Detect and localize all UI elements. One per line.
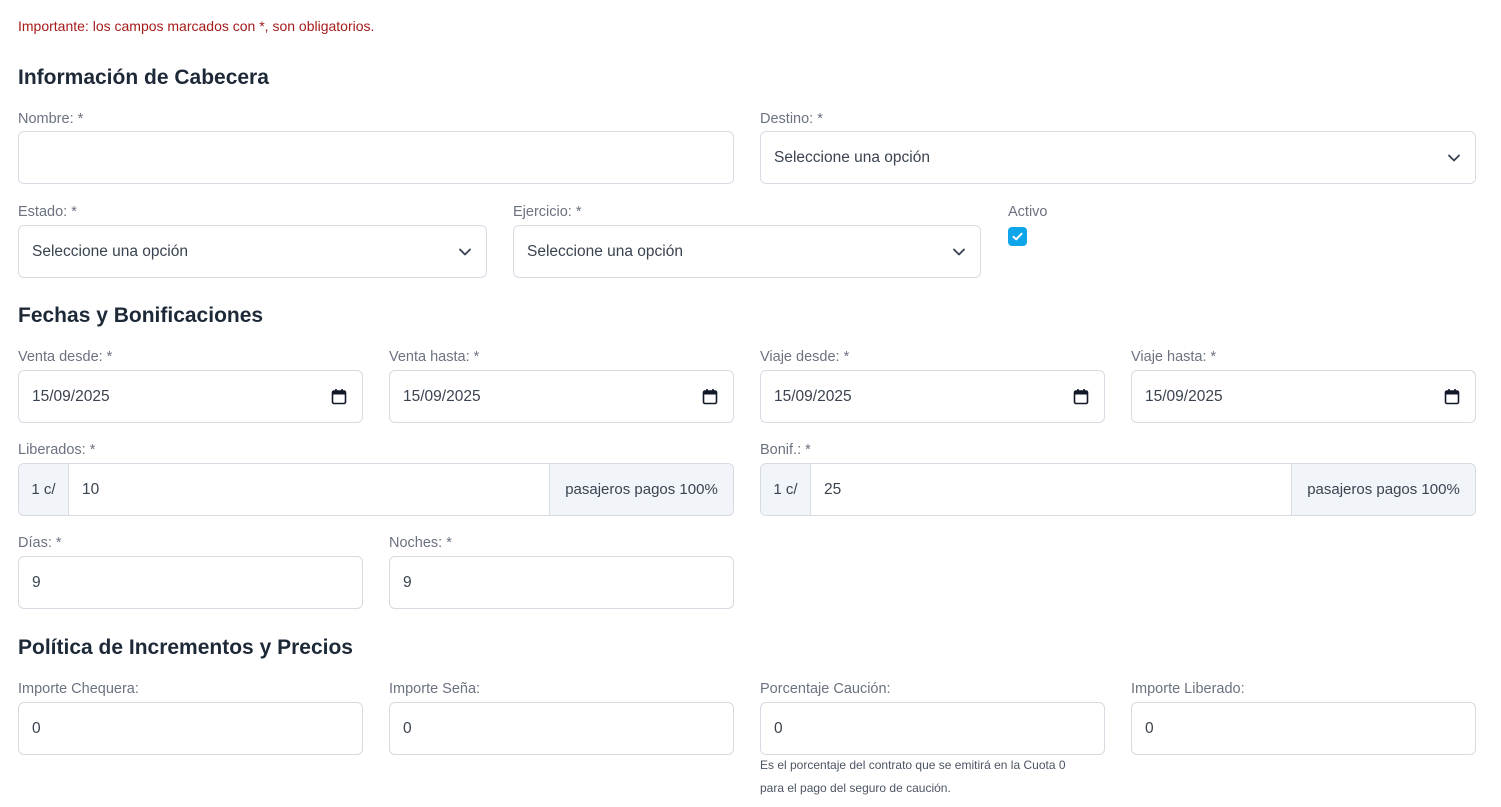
importe-chequera-label: Importe Chequera: bbox=[18, 681, 139, 697]
chevron-down-icon bbox=[953, 248, 965, 256]
estado-select[interactable]: Seleccione una opción bbox=[18, 225, 487, 278]
liberados-prefix: 1 c/ bbox=[19, 464, 69, 515]
bonif-label: Bonif.: * bbox=[760, 442, 811, 458]
porcentaje-caucion-input[interactable]: 0 bbox=[760, 702, 1105, 755]
venta-desde-label: Venta desde: * bbox=[18, 349, 113, 365]
bonif-suffix: pasajeros pagos 100% bbox=[1291, 464, 1475, 515]
destino-value: Seleccione una opción bbox=[774, 149, 930, 166]
viaje-hasta-date-input[interactable]: 15/09/2025 bbox=[1131, 370, 1476, 423]
venta-hasta-value: 15/09/2025 bbox=[403, 388, 481, 405]
viaje-hasta-label: Viaje hasta: * bbox=[1131, 349, 1217, 365]
porcentaje-caucion-help-line1: Es el porcentaje del contrato que se emi… bbox=[760, 758, 1066, 772]
section-title-cabecera: Información de Cabecera bbox=[18, 66, 269, 89]
importe-liberado-input[interactable]: 0 bbox=[1131, 702, 1476, 755]
section-title-fechas: Fechas y Bonificaciones bbox=[18, 304, 264, 327]
viaje-hasta-value: 15/09/2025 bbox=[1145, 388, 1223, 405]
importe-sena-input[interactable]: 0 bbox=[389, 702, 734, 755]
calendar-icon[interactable] bbox=[702, 388, 718, 405]
venta-desde-value: 15/09/2025 bbox=[32, 388, 110, 405]
liberados-input-group: 1 c/ 10 pasajeros pagos 100% bbox=[18, 463, 734, 516]
calendar-icon[interactable] bbox=[1073, 388, 1089, 405]
nombre-input[interactable] bbox=[18, 131, 734, 184]
dias-label: Días: * bbox=[18, 535, 62, 551]
chevron-down-icon bbox=[1448, 154, 1460, 162]
venta-hasta-label: Venta hasta: * bbox=[389, 349, 480, 365]
liberados-label: Liberados: * bbox=[18, 442, 96, 458]
chevron-down-icon bbox=[459, 248, 471, 256]
ejercicio-select[interactable]: Seleccione una opción bbox=[513, 225, 981, 278]
ejercicio-value: Seleccione una opción bbox=[527, 243, 683, 260]
porcentaje-caucion-help-line2: para el pago del seguro de caución. bbox=[760, 781, 951, 795]
required-fields-notice: Importante: los campos marcados con *, s… bbox=[18, 18, 375, 34]
venta-desde-date-input[interactable]: 15/09/2025 bbox=[18, 370, 363, 423]
importe-chequera-input[interactable]: 0 bbox=[18, 702, 363, 755]
importe-liberado-label: Importe Liberado: bbox=[1131, 681, 1245, 697]
destino-select[interactable]: Seleccione una opción bbox=[760, 131, 1476, 184]
viaje-desde-value: 15/09/2025 bbox=[774, 388, 852, 405]
estado-label: Estado: * bbox=[18, 204, 77, 220]
dias-value: 9 bbox=[32, 574, 41, 591]
section-title-politica: Política de Incrementos y Precios bbox=[18, 636, 353, 659]
ejercicio-label: Ejercicio: * bbox=[513, 204, 582, 220]
noches-label: Noches: * bbox=[389, 535, 452, 551]
viaje-desde-date-input[interactable]: 15/09/2025 bbox=[760, 370, 1105, 423]
nombre-label: Nombre: * bbox=[18, 111, 84, 127]
estado-value: Seleccione una opción bbox=[32, 243, 188, 260]
viaje-desde-label: Viaje desde: * bbox=[760, 349, 850, 365]
venta-hasta-date-input[interactable]: 15/09/2025 bbox=[389, 370, 734, 423]
importe-chequera-value: 0 bbox=[32, 720, 41, 737]
bonif-prefix: 1 c/ bbox=[761, 464, 811, 515]
bonif-input[interactable]: 25 bbox=[824, 464, 841, 515]
importe-sena-value: 0 bbox=[403, 720, 412, 737]
porcentaje-caucion-label: Porcentaje Caución: bbox=[760, 681, 891, 697]
liberados-input[interactable]: 10 bbox=[82, 464, 99, 515]
activo-label: Activo bbox=[1008, 204, 1048, 220]
dias-input[interactable]: 9 bbox=[18, 556, 363, 609]
check-icon bbox=[1012, 232, 1023, 241]
porcentaje-caucion-value: 0 bbox=[774, 720, 783, 737]
noches-value: 9 bbox=[403, 574, 412, 591]
importe-sena-label: Importe Seña: bbox=[389, 681, 481, 697]
calendar-icon[interactable] bbox=[1444, 388, 1460, 405]
destino-label: Destino: * bbox=[760, 111, 823, 127]
activo-checkbox[interactable] bbox=[1008, 227, 1027, 246]
liberados-suffix: pasajeros pagos 100% bbox=[549, 464, 733, 515]
noches-input[interactable]: 9 bbox=[389, 556, 734, 609]
importe-liberado-value: 0 bbox=[1145, 720, 1154, 737]
calendar-icon[interactable] bbox=[331, 388, 347, 405]
bonif-input-group: 1 c/ 25 pasajeros pagos 100% bbox=[760, 463, 1476, 516]
